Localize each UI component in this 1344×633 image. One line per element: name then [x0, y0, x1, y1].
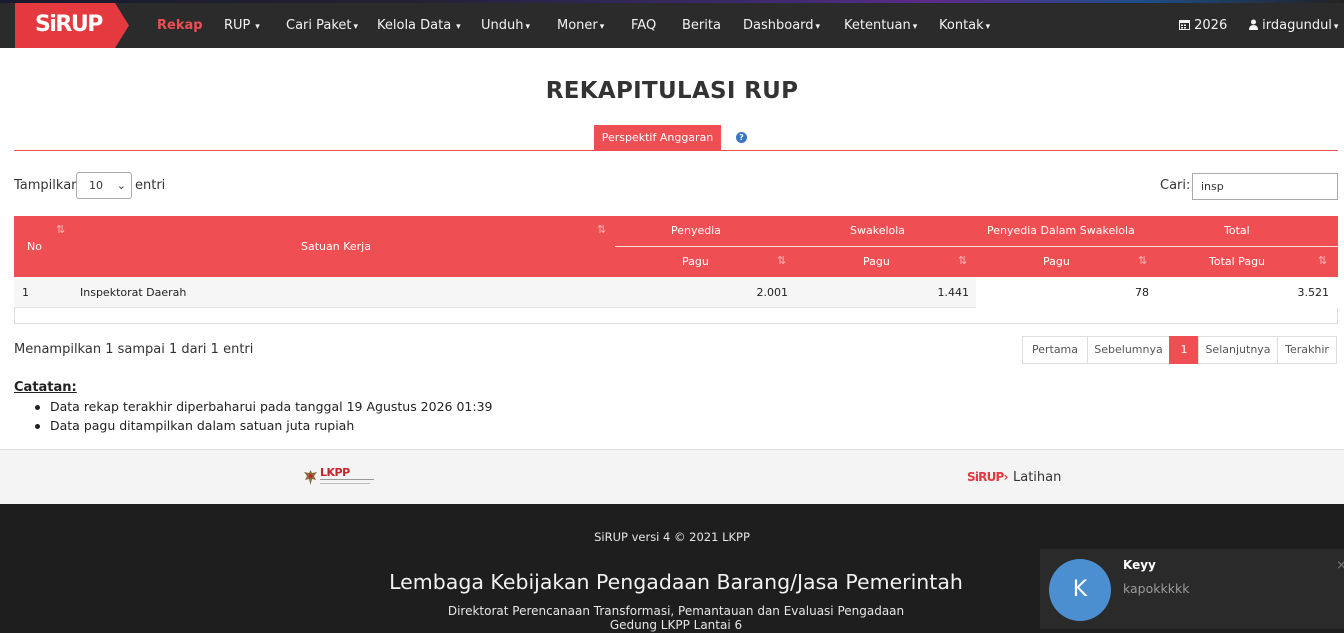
caret-down-icon: ▾: [985, 22, 991, 32]
footer-logos: [0, 449, 1344, 505]
caret-down-icon: ▾: [1333, 22, 1339, 32]
navbar: SiRUP Rekap RUP ▾ Cari Paket ▾ Kelola Dat…: [0, 3, 1344, 48]
th-swakelola: Swakelola: [850, 224, 906, 237]
cell-pagu-pds: 78: [1135, 286, 1149, 299]
th-penyedia-dalam-swakelola: Penyedia Dalam Swakelola: [987, 224, 1135, 237]
th-total-pagu[interactable]: Total Pagu: [1209, 255, 1265, 268]
chat-message: kapokkkkk: [1123, 581, 1190, 596]
question-circle-icon[interactable]: ?: [736, 132, 747, 143]
sort-icon[interactable]: ⇅: [597, 223, 606, 236]
chevron-down-icon: ⌄: [116, 179, 126, 192]
nav-cari-paket[interactable]: Cari Paket ▾: [286, 3, 358, 48]
page-1-button[interactable]: 1: [1169, 336, 1199, 364]
nav-user[interactable]: irdagundul ▾: [1249, 3, 1338, 48]
cell-total-pagu: 3.521: [1297, 286, 1330, 299]
nav-rup[interactable]: RUP ▾: [224, 3, 260, 48]
note-item: Data rekap terakhir diperbaharui pada ta…: [50, 399, 493, 414]
chat-sender-name: Keyy: [1123, 558, 1156, 572]
length-suffix-label: entri: [135, 178, 166, 193]
avatar: K: [1049, 559, 1111, 621]
th-no[interactable]: No: [27, 240, 42, 253]
cell-pagu-swakelola: 1.441: [937, 286, 970, 299]
brand-text: SiRUP: [35, 12, 103, 37]
sirup-footer-logo: SiRUP›: [967, 470, 1009, 484]
search-input[interactable]: [1192, 173, 1338, 200]
garuda-emblem-icon: [304, 470, 317, 485]
lkpp-tagline-line: [320, 483, 370, 484]
sort-icon[interactable]: ⇅: [1138, 254, 1147, 267]
nav-moner[interactable]: Moner ▾: [557, 3, 604, 48]
th-penyedia: Penyedia: [671, 224, 722, 237]
search-label: Cari:: [1160, 178, 1191, 193]
tab-underline: [14, 150, 1338, 151]
entries-per-page-select[interactable]: 10 ⌄: [76, 172, 132, 199]
sort-icon[interactable]: ⇅: [958, 254, 967, 267]
nav-year[interactable]: 2026: [1179, 3, 1227, 48]
nav-berita[interactable]: Berita: [682, 3, 721, 48]
lkpp-tagline-line: [320, 479, 374, 480]
caret-down-icon: ▾: [815, 22, 821, 32]
bullet: [35, 405, 40, 410]
sort-icon[interactable]: ⇅: [1318, 254, 1327, 267]
nav-kelola-data[interactable]: Kelola Data ▾: [377, 3, 461, 48]
caret-down-icon: ▾: [912, 22, 918, 32]
th-satuan-kerja[interactable]: Satuan Kerja: [301, 240, 371, 253]
tab-perspektif-anggaran[interactable]: Perspektif Anggaran: [594, 125, 721, 150]
bullet: [35, 424, 40, 429]
table-info: Menampilkan 1 sampai 1 dari 1 entri: [14, 342, 254, 357]
page-next-button[interactable]: Selanjutnya: [1198, 336, 1278, 364]
cell-no: 1: [22, 286, 29, 299]
th-total: Total: [1224, 224, 1250, 237]
page-title: REKAPITULASI RUP: [545, 78, 799, 104]
th-pagu-swakelola[interactable]: Pagu: [863, 255, 890, 268]
nav-faq[interactable]: FAQ: [631, 3, 656, 48]
caret-down-icon: ▾: [252, 22, 260, 32]
close-icon[interactable]: ×: [1336, 558, 1344, 573]
cell-satker: Inspektorat Daerah: [80, 286, 187, 299]
cell-pagu-penyedia: 2.001: [756, 286, 789, 299]
sort-icon[interactable]: ⇅: [777, 254, 786, 267]
user-icon: [1249, 19, 1258, 30]
nav-rekap[interactable]: Rekap: [157, 3, 203, 48]
th-pagu-pds[interactable]: Pagu: [1043, 255, 1070, 268]
page-first-button[interactable]: Pertama: [1022, 336, 1088, 364]
page-prev-button[interactable]: Sebelumnya: [1087, 336, 1170, 364]
nav-ketentuan[interactable]: Ketentuan ▾: [844, 3, 917, 48]
page-last-button[interactable]: Terakhir: [1277, 336, 1337, 364]
length-label: Tampilkan: [14, 178, 80, 193]
caret-down-icon: ▾: [353, 22, 359, 32]
version-text: SiRUP versi 4 © 2021 LKPP: [594, 530, 750, 544]
caret-down-icon: ▾: [525, 22, 531, 32]
lkpp-logo[interactable]: LKPP: [303, 466, 374, 488]
caret-down-icon: ▾: [453, 22, 461, 32]
notes-title: Catatan:: [14, 380, 77, 395]
caret-down-icon: ▾: [599, 22, 605, 32]
sort-asc-icon[interactable]: ⇅: [56, 223, 65, 236]
th-pagu-penyedia[interactable]: Pagu: [682, 255, 709, 268]
note-item: Data pagu ditampilkan dalam satuan juta …: [50, 418, 355, 433]
nav-dashboard[interactable]: Dashboard ▾: [743, 3, 820, 48]
header-divider: [615, 246, 1338, 247]
brand-logo[interactable]: SiRUP: [15, 3, 129, 48]
nav-unduh[interactable]: Unduh ▾: [481, 3, 530, 48]
nav-kontak[interactable]: Kontak ▾: [939, 3, 990, 48]
calendar-icon: [1179, 20, 1190, 30]
latihan-label: Latihan: [1013, 470, 1062, 485]
